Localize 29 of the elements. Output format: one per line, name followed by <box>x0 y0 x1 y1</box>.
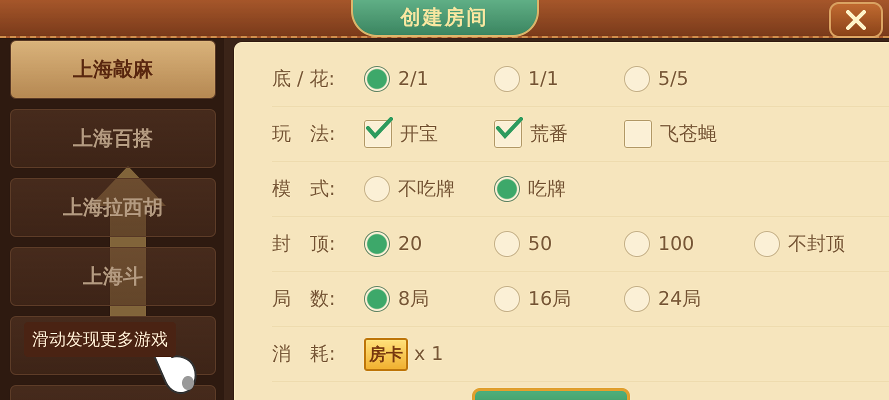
setting-label: 玩 法: <box>272 122 336 147</box>
option-label: 2/1 <box>398 68 429 90</box>
game-tab[interactable]: 上海敲麻 <box>10 40 216 99</box>
setting-label: 消 耗: <box>272 342 336 367</box>
setting-label: 封 顶: <box>272 232 336 257</box>
option-label: 16局 <box>528 287 572 312</box>
cost-amount: x 1 <box>414 343 444 365</box>
option-label: 荒番 <box>530 122 568 147</box>
option-label: 1/1 <box>528 68 559 90</box>
swipe-hint-tooltip: 滑动发现更多游戏 <box>24 322 176 357</box>
option-label: 8局 <box>398 287 430 312</box>
game-tab[interactable]: 上海拉西胡 <box>10 178 216 237</box>
option-label: 50 <box>528 233 552 255</box>
option-label: 24局 <box>658 287 702 312</box>
setting-label: 底 / 花: <box>272 67 336 92</box>
setting-label: 模 式: <box>272 177 336 202</box>
option-label: 100 <box>658 233 694 255</box>
window-title: 创建房间 <box>350 0 538 37</box>
option-label: 不封顶 <box>788 232 845 257</box>
option-label: 吃牌 <box>528 177 566 202</box>
room-card-badge: 房卡 <box>364 338 408 370</box>
game-tab[interactable]: 上海百搭 <box>10 109 216 168</box>
option-label: 开宝 <box>400 122 438 147</box>
option-label: 飞苍蝇 <box>660 122 717 147</box>
game-tab[interactable]: 上海斗 <box>10 247 216 306</box>
option-label: 不吃牌 <box>398 177 455 202</box>
option-label: 20 <box>398 233 422 255</box>
option-label: 5/5 <box>658 68 689 90</box>
setting-label: 局 数: <box>272 287 336 312</box>
